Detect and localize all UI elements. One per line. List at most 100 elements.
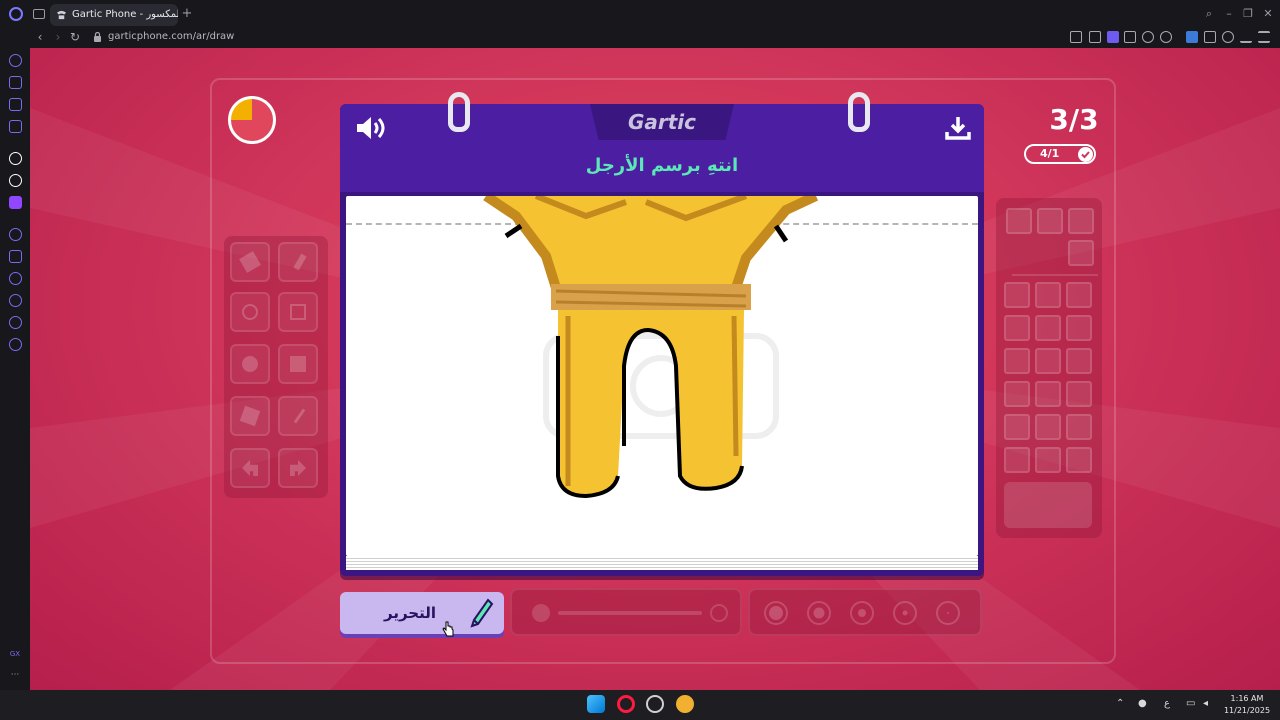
url-field[interactable]: garticphone.com/ar/draw [108,31,234,43]
heart-icon[interactable] [1160,31,1172,43]
color-swatch[interactable] [1068,208,1094,234]
color-swatch[interactable] [1066,315,1092,341]
edit-button[interactable]: التحرير [340,592,504,634]
snapshot-icon[interactable] [1070,31,1082,43]
undo-tool[interactable] [230,448,270,488]
color-swatch[interactable] [1004,381,1030,407]
volume-icon[interactable]: ◂ [1203,697,1208,711]
color-swatch[interactable] [1035,381,1061,407]
aria-ai-icon[interactable] [9,152,22,165]
opacity-slider[interactable] [558,611,702,615]
color-swatch[interactable] [1066,381,1092,407]
chatgpt-icon[interactable] [9,174,22,187]
brush-size-option[interactable] [764,601,788,625]
color-swatch[interactable] [1037,208,1063,234]
keyboard-language[interactable]: ع [1164,697,1170,711]
speaker-icon[interactable] [354,114,388,142]
square-outline-tool[interactable] [278,292,318,332]
pencil-icon [293,253,307,271]
extension-icon[interactable] [1186,31,1198,43]
opera-gx-logo-icon[interactable] [9,7,23,21]
color-swatch[interactable] [1068,240,1094,266]
brush-size-option[interactable] [807,601,831,625]
taskbar-clock[interactable]: 1:16 AM 11/21/2025 [1218,693,1276,717]
menu-icon[interactable] [1258,31,1270,43]
pip-icon[interactable] [1089,31,1101,43]
tab-title: Gartic Phone - الهاتف المكسور [72,9,178,20]
color-swatch[interactable] [1035,315,1061,341]
extensions-puzzle-icon[interactable] [1204,31,1216,43]
square-fill-tool[interactable] [278,344,318,384]
player-icon[interactable] [9,228,22,241]
bucket-icon [239,405,261,427]
browser-tab-gartic[interactable]: Gartic Phone - الهاتف المكسور [50,4,178,26]
aria-icon[interactable] [9,76,22,89]
color-swatch[interactable] [1004,447,1030,473]
tray-chevron-icon[interactable]: ⌃ [1116,697,1124,711]
wallet-icon[interactable] [9,98,22,111]
workspaces-icon[interactable] [9,250,22,263]
windows-start-icon[interactable] [587,695,605,713]
color-swatch[interactable] [1066,414,1092,440]
color-swatch[interactable] [1004,315,1030,341]
line-tool[interactable] [278,396,318,436]
color-swatch[interactable] [1035,348,1061,374]
circle-fill-tool[interactable] [230,344,270,384]
color-swatch[interactable] [1066,447,1092,473]
eraser-tool[interactable] [230,242,270,282]
close-button[interactable]: ✕ [1262,8,1274,20]
new-tab-button[interactable]: + [180,7,194,21]
restore-button[interactable]: ❐ [1242,8,1254,20]
bookmarks-heart-icon[interactable] [9,272,22,285]
color-swatch[interactable] [1066,348,1092,374]
color-swatch[interactable] [1004,414,1030,440]
play-icon[interactable] [1142,31,1154,43]
messenger-icon[interactable] [9,120,22,133]
network-icon[interactable]: ▭ [1186,697,1195,711]
circle-outline-tool[interactable] [230,292,270,332]
history-icon[interactable] [9,294,22,307]
forward-button[interactable]: › [51,30,65,44]
redo-tool[interactable] [278,448,318,488]
color-swatch[interactable] [1035,447,1061,473]
profile-icon[interactable] [1222,31,1234,43]
clock-date: 11/21/2025 [1223,706,1271,715]
brush-size-dot [813,607,825,619]
sidebar-more-button[interactable]: ··· [0,670,30,680]
vpn-shield-icon[interactable] [1107,31,1119,43]
speed-dial-icon[interactable] [9,54,22,67]
search-icon[interactable]: ⌕ [1203,8,1215,20]
drawing-prompt: انتهِ برسم الأرجل [585,155,739,176]
reload-button[interactable]: ↻ [68,30,82,44]
twitch-icon[interactable] [9,196,22,209]
color-swatch[interactable] [1035,414,1061,440]
extensions-sidebar-icon[interactable] [9,316,22,329]
bucket-tool[interactable] [230,396,270,436]
color-swatch[interactable] [1035,282,1061,308]
tab-manager-icon[interactable] [33,9,45,19]
minimize-button[interactable]: – [1223,8,1235,20]
color-swatch[interactable] [1004,348,1030,374]
pencil-tool[interactable] [278,242,318,282]
translate-icon[interactable] [1124,31,1136,43]
color-swatch[interactable] [1004,282,1030,308]
chrome-beta-taskbar-icon[interactable] [646,695,664,713]
gx-label[interactable]: GX [0,650,30,658]
download-icon[interactable] [1240,31,1252,43]
brush-size-option[interactable] [936,601,960,625]
brush-size-option[interactable] [893,601,917,625]
player-drawing [483,196,819,499]
back-button[interactable]: ‹ [33,30,47,44]
opera-gx-taskbar-icon[interactable] [617,695,635,713]
drawing-canvas[interactable] [346,196,978,556]
color-swatch[interactable] [1066,282,1092,308]
microphone-icon[interactable]: ● [1138,697,1147,711]
color-swatch[interactable] [1006,208,1032,234]
discord-taskbar-icon[interactable] [676,695,694,713]
download-drawing-icon[interactable] [944,114,972,142]
square-fill-icon [290,356,306,372]
custom-color-swatch[interactable] [1004,482,1092,528]
brush-size-option[interactable] [850,601,874,625]
color-palette-panel [996,198,1102,538]
settings-gear-icon[interactable] [9,338,22,351]
